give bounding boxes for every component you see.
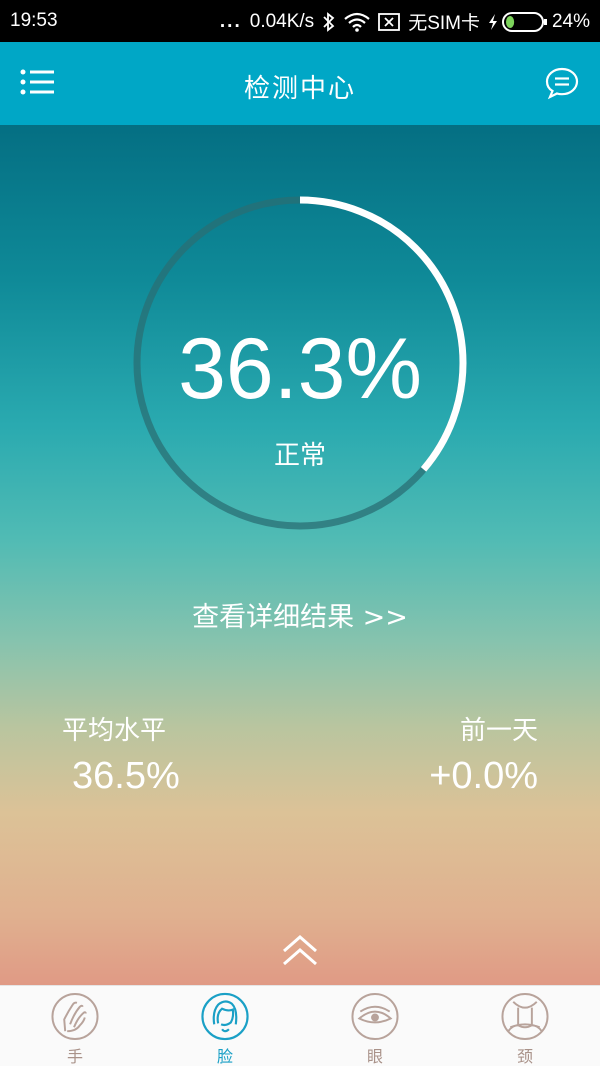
status-dots: ... — [219, 10, 242, 32]
gauge-value: 36.3% — [178, 321, 422, 417]
nav-label-neck: 颈 — [516, 1047, 533, 1066]
previous-day-stat: 前一天 +0.0% — [429, 710, 538, 798]
face-icon — [201, 992, 249, 1041]
no-sim-icon — [378, 12, 401, 31]
status-time: 19:53 — [10, 10, 58, 31]
nav-item-hand[interactable]: 手 — [0, 986, 150, 1066]
status-right: ... 0.04K/s 无SIM卡 24% — [220, 8, 590, 35]
previous-day-label: 前一天 — [459, 716, 538, 746]
battery-icon — [501, 11, 547, 32]
net-speed: 0.04K/s — [249, 10, 315, 32]
chat-bubble-icon — [545, 67, 579, 100]
neck-icon — [501, 992, 549, 1041]
battery-percent: 24% — [551, 10, 590, 32]
nav-label-hand: 手 — [66, 1047, 83, 1066]
bluetooth-icon — [323, 11, 335, 32]
hand-icon — [51, 992, 99, 1041]
previous-day-value: +0.0% — [429, 755, 538, 797]
sim-status: 无SIM卡 — [408, 13, 480, 34]
main-panel: 36.3% 正常 查看详细结果 >> 平均水平 36.5% 前一天 +0.0% — [0, 125, 600, 985]
battery: 24% — [488, 11, 590, 33]
nav-item-neck[interactable]: 颈 — [450, 986, 600, 1066]
double-chevron-up-icon — [283, 935, 317, 966]
average-stat: 平均水平 36.5% — [62, 710, 180, 798]
nav-item-eye[interactable]: 眼 — [300, 986, 450, 1066]
nav-item-face[interactable]: 脸 — [150, 986, 300, 1066]
nav-label-face: 脸 — [216, 1047, 233, 1066]
eye-icon — [351, 992, 399, 1041]
status-bar: 19:53 ... 0.04K/s 无SIM卡 24% — [0, 0, 600, 42]
chat-button[interactable] — [544, 66, 582, 102]
view-details-link[interactable]: 查看详细结果 >> — [0, 595, 600, 634]
page-title: 检测中心 — [243, 74, 356, 104]
gauge-status: 正常 — [273, 441, 326, 471]
bottom-nav: 手 脸 眼 颈 — [0, 985, 600, 1066]
average-value: 36.5% — [72, 755, 180, 797]
expand-up-button[interactable] — [280, 933, 320, 969]
wifi-icon — [344, 12, 370, 32]
average-label: 平均水平 — [62, 716, 167, 746]
nav-label-eye: 眼 — [366, 1047, 383, 1066]
charging-icon — [488, 13, 497, 30]
app-bar: 检测中心 — [0, 42, 600, 125]
